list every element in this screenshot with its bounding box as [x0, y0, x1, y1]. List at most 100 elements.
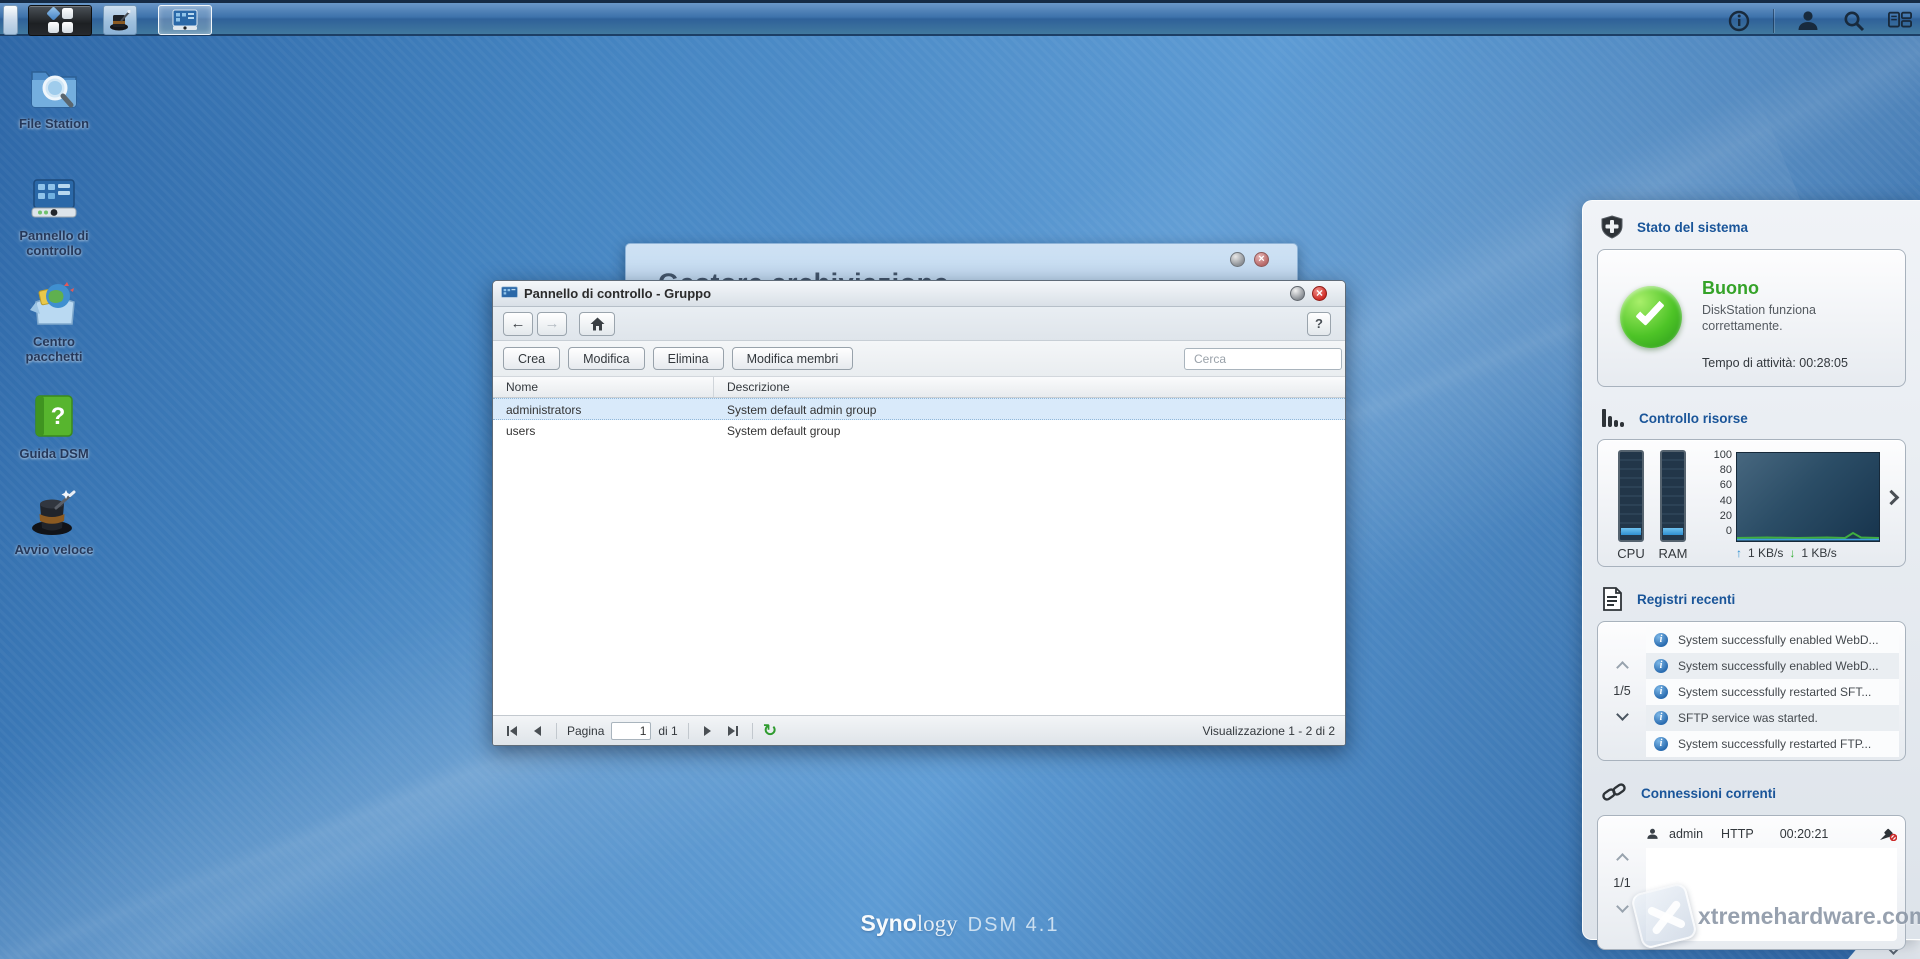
resource-detail-arrow[interactable]: [1883, 489, 1900, 506]
desktop-icon-file-station[interactable]: File Station: [6, 60, 102, 131]
log-entry[interactable]: i System successfully restarted FTP...: [1646, 731, 1899, 757]
logs-page-indicator: 1/5: [1613, 684, 1631, 698]
cpu-usage-bar: [1621, 528, 1641, 535]
separator: [556, 722, 557, 739]
main-menu-button[interactable]: [28, 5, 92, 36]
shield-icon: [1601, 215, 1623, 239]
info-icon: i: [1654, 633, 1668, 647]
connections-page-up-button[interactable]: [1615, 852, 1629, 866]
last-page-button[interactable]: [724, 722, 742, 740]
show-desktop-button[interactable]: [3, 5, 18, 35]
info-button[interactable]: [1727, 9, 1751, 33]
brand-version: DSM 4.1: [967, 914, 1060, 936]
search-input[interactable]: [1194, 352, 1345, 366]
connection-time: 00:20:21: [1779, 827, 1829, 841]
search-box[interactable]: [1184, 348, 1345, 370]
desktop-icon-quick-start[interactable]: Avvio veloce: [6, 486, 102, 557]
table-row[interactable]: administrators System default admin grou…: [493, 398, 1345, 420]
widgets-toggle-button[interactable]: [1888, 9, 1912, 33]
minimize-button[interactable]: [1230, 252, 1245, 267]
close-button[interactable]: ×: [1254, 252, 1269, 267]
connection-user: admin: [1669, 827, 1704, 841]
page-number-input[interactable]: [611, 721, 652, 740]
search-button[interactable]: [1842, 9, 1866, 33]
search-icon: [1844, 11, 1865, 32]
home-button[interactable]: [579, 311, 615, 336]
user-icon: [1798, 11, 1818, 30]
info-icon: i: [1654, 711, 1668, 725]
resource-monitor-header: Controllo risorse: [1583, 393, 1920, 435]
refresh-button[interactable]: ↻: [763, 722, 777, 739]
widget-title: Stato del sistema: [1637, 219, 1749, 235]
connections-page-down-button[interactable]: [1615, 899, 1629, 913]
column-header-name[interactable]: Nome: [493, 377, 714, 397]
separator: [687, 722, 689, 739]
download-icon: ↓: [1789, 546, 1796, 560]
quick-launch-button[interactable]: [103, 5, 137, 35]
log-entry[interactable]: i SFTP service was started.: [1646, 705, 1899, 731]
log-entry[interactable]: i System successfully enabled WebD...: [1646, 653, 1899, 679]
logs-page-up-button[interactable]: [1615, 661, 1629, 674]
taskbar-task-control-panel[interactable]: [158, 5, 212, 35]
file-station-icon: [31, 71, 77, 108]
modify-button[interactable]: Modifica: [568, 347, 645, 370]
desktop: File Station Pannello di controllo Centr…: [0, 0, 1920, 959]
back-button[interactable]: ←: [503, 311, 533, 336]
widgets-icon: [1888, 11, 1912, 28]
modify-members-button[interactable]: Modifica membri: [731, 347, 854, 370]
previous-page-button[interactable]: [528, 722, 546, 740]
disconnect-icon[interactable]: [1879, 827, 1897, 841]
table-header[interactable]: Nome Descrizione: [493, 377, 1345, 398]
uptime-text: Tempo di attività: 00:28:05: [1702, 356, 1848, 370]
minimize-button[interactable]: [1290, 286, 1305, 301]
first-page-button[interactable]: [503, 722, 521, 740]
network-graph: [1736, 452, 1880, 542]
desktop-icon-label: Pannello di controllo: [19, 228, 89, 258]
taskbar: [0, 0, 1920, 36]
forward-button[interactable]: →: [537, 311, 567, 336]
desktop-icon-label: Avvio veloce: [14, 542, 94, 557]
brand-bold: Syno: [860, 910, 917, 936]
user-menu-button[interactable]: [1796, 9, 1820, 33]
desktop-icon-control-panel[interactable]: Pannello di controllo: [6, 172, 102, 258]
close-button[interactable]: ×: [1312, 286, 1327, 301]
help-button[interactable]: ?: [1307, 312, 1331, 336]
page-label: Pagina: [567, 723, 605, 738]
logs-pager: 1/5: [1598, 622, 1646, 760]
window-title: Pannello di controllo - Gruppo: [524, 286, 712, 301]
column-header-description[interactable]: Descrizione: [714, 377, 790, 397]
recent-logs-header: Registri recenti: [1583, 573, 1920, 617]
help-book-icon: ?: [35, 395, 73, 437]
home-icon: [590, 317, 604, 330]
table-row[interactable]: users System default group: [493, 420, 1345, 442]
connections-pager: 1/1: [1598, 816, 1646, 949]
system-status-header: Stato del sistema: [1583, 201, 1920, 245]
ram-gauge: RAM: [1658, 450, 1688, 561]
control-panel-icon: [31, 179, 77, 218]
next-page-button[interactable]: [699, 722, 717, 740]
download-rate: 1 KB/s: [1801, 546, 1837, 560]
desktop-icon-package-center[interactable]: Centro pacchetti: [6, 278, 102, 364]
log-entry[interactable]: i System successfully restarted SFT...: [1646, 679, 1899, 705]
resource-monitor-box: CPU RAM 100 80 60 40 20 0 ↑ 1 KB/s ↓ 1 K…: [1597, 439, 1906, 567]
page-total-label: di 1: [658, 723, 678, 738]
logs-page-down-button[interactable]: [1615, 708, 1629, 721]
desktop-icon-dsm-help[interactable]: ? Guida DSM: [6, 390, 102, 461]
log-list: i System successfully enabled WebD... i …: [1646, 627, 1899, 757]
pagination-bar: Pagina di 1 ↻ Visualizzazione 1 - 2 di 2: [493, 715, 1345, 745]
delete-button[interactable]: Elimina: [652, 347, 724, 370]
pagination-status: Visualizzazione 1 - 2 di 2: [1202, 723, 1335, 738]
upload-rate: 1 KB/s: [1748, 546, 1784, 560]
recent-logs-box: 1/5 i System successfully enabled WebD..…: [1597, 621, 1906, 761]
status-value: Buono: [1702, 278, 1759, 298]
ram-label: RAM: [1658, 546, 1688, 561]
create-button[interactable]: Crea: [503, 347, 561, 370]
taskbar-right-icons: [1727, 3, 1912, 39]
cpu-gauge: CPU: [1616, 450, 1646, 561]
magic-hat-icon: [32, 490, 76, 535]
ram-usage-bar: [1663, 528, 1683, 535]
window-titlebar[interactable]: Pannello di controllo - Gruppo ×: [493, 281, 1345, 307]
desktop-icon-label: File Station: [18, 116, 90, 131]
log-entry[interactable]: i System successfully enabled WebD...: [1646, 627, 1899, 653]
connection-row[interactable]: admin HTTP 00:20:21: [1646, 822, 1897, 846]
